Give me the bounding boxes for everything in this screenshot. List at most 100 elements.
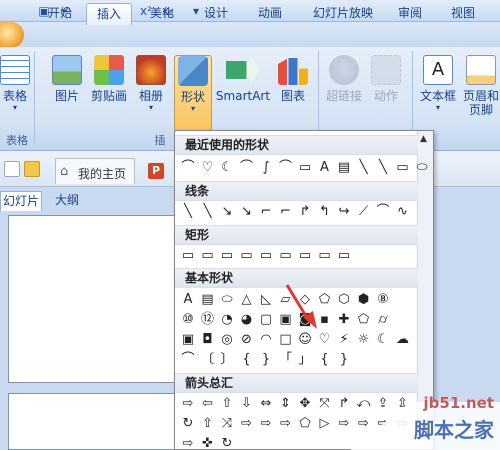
tab-slides[interactable]: 幻灯片 xyxy=(0,191,42,211)
shape-item[interactable]: ▣ xyxy=(179,331,197,349)
shape-item[interactable]: ↻ xyxy=(179,415,197,433)
shape-item[interactable]: 〔 xyxy=(199,351,217,369)
shape-item[interactable]: A xyxy=(179,291,197,309)
shape-item[interactable]: ⟋ xyxy=(355,203,373,221)
header-footer-button[interactable]: 页眉和 页脚 xyxy=(462,55,500,135)
shape-item[interactable]: ⌒ xyxy=(179,159,197,177)
new-document-icon[interactable] xyxy=(4,161,20,177)
home-page-tab[interactable]: ⌂ 我的主页 xyxy=(55,158,135,184)
tab-design[interactable]: 设计 xyxy=(196,3,236,25)
shape-item[interactable]: ⇨ xyxy=(277,415,295,433)
shape-item[interactable]: ▢ xyxy=(257,311,275,329)
shape-item[interactable]: ⑫ xyxy=(199,311,217,329)
tab-insert[interactable]: 插入 xyxy=(86,3,132,25)
shape-item[interactable]: ▭ xyxy=(296,159,314,177)
tab-home[interactable]: 开始 xyxy=(40,3,80,25)
shape-item[interactable]: ⌭ xyxy=(374,311,392,329)
shape-item[interactable]: A xyxy=(316,159,334,177)
folder-icon[interactable] xyxy=(24,161,40,177)
shape-item[interactable]: ⌒ xyxy=(277,159,295,177)
shape-item[interactable]: ⊘ xyxy=(238,331,256,349)
shape-item[interactable]: ⇦ xyxy=(199,395,217,413)
shape-item[interactable]: △ xyxy=(238,291,256,309)
shape-item[interactable]: ⇧ xyxy=(199,415,217,433)
shape-item[interactable]: ∿ xyxy=(394,203,412,221)
shape-item[interactable]: ◠ xyxy=(257,331,275,349)
shape-item[interactable]: ⬠ xyxy=(296,415,314,433)
shape-item[interactable]: ⌒ xyxy=(238,159,256,177)
hyperlink-button[interactable]: 超链接 xyxy=(324,55,364,135)
shape-item[interactable]: ☺ xyxy=(296,331,314,349)
shape-item[interactable]: ⬡ xyxy=(335,291,353,309)
chart-button[interactable]: 图表 xyxy=(276,55,310,135)
shape-item[interactable]: ↘ xyxy=(238,203,256,221)
shape-item[interactable]: ⇨ xyxy=(238,415,256,433)
shape-item[interactable]: ♡ xyxy=(316,331,334,349)
shape-item[interactable]: ╲ xyxy=(355,159,373,177)
shape-item[interactable]: ☁ xyxy=(394,331,412,349)
shape-item[interactable]: ◎ xyxy=(218,331,236,349)
table-button[interactable]: 表格 ▾ xyxy=(0,55,30,135)
tab-beautify[interactable]: 美化 xyxy=(142,3,182,25)
shape-item[interactable]: ⇔ xyxy=(257,395,275,413)
shape-item[interactable]: 〕 xyxy=(218,351,236,369)
shape-item[interactable]: ⚡ xyxy=(335,331,353,349)
shape-item[interactable]: { xyxy=(238,351,256,369)
shape-item[interactable]: ☼ xyxy=(355,331,373,349)
shape-item[interactable]: { xyxy=(316,351,334,369)
action-button[interactable]: 动作 xyxy=(366,55,406,135)
slide-thumbnail-1[interactable] xyxy=(8,215,175,383)
shape-item[interactable]: ◺ xyxy=(257,291,275,309)
slide-thumbnail-2[interactable] xyxy=(8,393,175,450)
shape-item[interactable]: ⬢ xyxy=(355,291,373,309)
shape-item[interactable]: ▭ xyxy=(316,247,334,265)
shape-item[interactable]: ╲ xyxy=(199,203,217,221)
shape-item[interactable]: ⬠ xyxy=(355,311,373,329)
shape-item[interactable]: ⇩ xyxy=(238,395,256,413)
scroll-up-icon[interactable]: ▲ xyxy=(420,134,427,144)
tab-slideshow[interactable]: 幻灯片放映 xyxy=(305,3,381,25)
shape-item[interactable]: ╲ xyxy=(374,159,392,177)
shape-item[interactable]: ⇨ xyxy=(257,415,275,433)
shape-item[interactable]: ✚ xyxy=(335,311,353,329)
shape-item[interactable]: □ xyxy=(277,331,295,349)
shape-item[interactable]: ▤ xyxy=(335,159,353,177)
shape-item[interactable]: ⤨ xyxy=(218,415,236,433)
shape-item[interactable]: } xyxy=(257,351,275,369)
shape-item[interactable]: ∫ xyxy=(257,159,275,177)
shape-item[interactable]: ♡ xyxy=(199,159,217,177)
shape-item[interactable]: ◘ xyxy=(199,331,217,349)
shape-item[interactable]: ⇧ xyxy=(218,395,236,413)
textbox-button[interactable]: A 文本框 ▾ xyxy=(416,55,460,135)
shape-item[interactable]: ⑩ xyxy=(179,311,197,329)
shape-item[interactable]: ▭ xyxy=(277,247,295,265)
shape-item[interactable]: 」 xyxy=(296,351,314,369)
shape-item[interactable]: ✥ xyxy=(296,395,314,413)
shape-item[interactable]: ▷ xyxy=(316,415,334,433)
shape-item[interactable]: ⌐ xyxy=(257,203,275,221)
shape-item[interactable]: ▭ xyxy=(296,247,314,265)
shape-item[interactable]: 「 xyxy=(277,351,295,369)
shape-item[interactable]: ⬭ xyxy=(218,291,236,309)
shape-item[interactable]: ▤ xyxy=(199,291,217,309)
shape-item[interactable]: ✜ xyxy=(199,435,217,449)
shape-item[interactable]: ⌒ xyxy=(374,203,392,221)
shape-item[interactable]: ⬭ xyxy=(413,159,431,177)
shape-item[interactable]: ↻ xyxy=(218,435,236,449)
picture-button[interactable]: 图片 xyxy=(48,55,86,135)
presentation-file-icon[interactable]: P xyxy=(148,163,164,179)
shape-item[interactable]: ⇨ xyxy=(179,395,197,413)
shape-item[interactable]: ☾ xyxy=(218,159,236,177)
shape-item[interactable]: ⇨ xyxy=(179,435,197,449)
smartart-button[interactable]: SmartArt xyxy=(214,55,272,135)
shape-item[interactable]: ⇕ xyxy=(277,395,295,413)
shape-item[interactable]: ▭ xyxy=(257,247,275,265)
shape-item[interactable]: ↘ xyxy=(218,203,236,221)
shape-item[interactable]: ⤧ xyxy=(316,395,334,413)
tab-review[interactable]: 审阅 xyxy=(390,3,430,25)
shape-item[interactable]: ⌒ xyxy=(179,351,197,369)
shape-item[interactable]: ↪ xyxy=(335,203,353,221)
clipart-button[interactable]: 剪贴画 xyxy=(88,55,130,135)
shape-item[interactable]: ╲ xyxy=(179,203,197,221)
album-button[interactable]: 相册 ▾ xyxy=(134,55,168,135)
